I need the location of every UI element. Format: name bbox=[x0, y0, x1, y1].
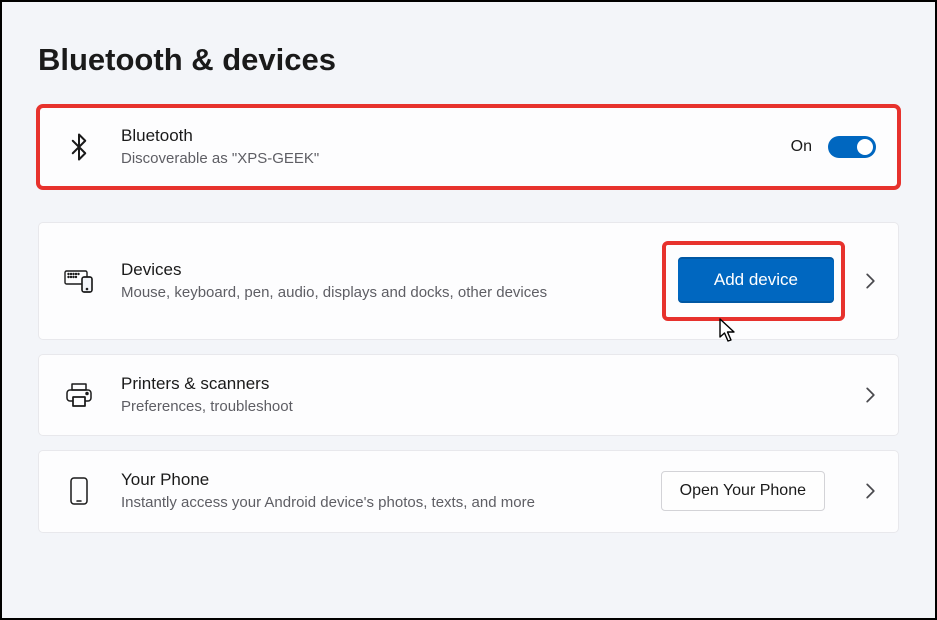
chevron-right-icon bbox=[865, 482, 876, 500]
printers-title: Printers & scanners bbox=[121, 373, 841, 396]
phone-icon bbox=[61, 473, 97, 509]
devices-row[interactable]: Devices Mouse, keyboard, pen, audio, dis… bbox=[38, 222, 899, 340]
printer-icon bbox=[61, 377, 97, 413]
open-your-phone-button[interactable]: Open Your Phone bbox=[661, 471, 825, 511]
printers-subtitle: Preferences, troubleshoot bbox=[121, 397, 841, 417]
bluetooth-toggle[interactable] bbox=[828, 136, 876, 158]
add-device-button[interactable]: Add device bbox=[678, 257, 834, 303]
devices-subtitle: Mouse, keyboard, pen, audio, displays an… bbox=[121, 283, 571, 303]
chevron-right-icon bbox=[865, 272, 876, 290]
your-phone-subtitle: Instantly access your Android device's p… bbox=[121, 493, 541, 513]
devices-title: Devices bbox=[121, 259, 666, 282]
page-title: Bluetooth & devices bbox=[38, 42, 899, 78]
bluetooth-toggle-label: On bbox=[791, 138, 812, 156]
bluetooth-icon bbox=[61, 129, 97, 165]
bluetooth-subtitle: Discoverable as "XPS-GEEK" bbox=[121, 149, 791, 169]
bluetooth-title: Bluetooth bbox=[121, 125, 791, 148]
devices-icon bbox=[61, 263, 97, 299]
add-device-highlight: Add device bbox=[666, 245, 841, 317]
printers-row[interactable]: Printers & scanners Preferences, trouble… bbox=[38, 354, 899, 436]
your-phone-title: Your Phone bbox=[121, 469, 661, 492]
your-phone-row[interactable]: Your Phone Instantly access your Android… bbox=[38, 450, 899, 532]
bluetooth-row[interactable]: Bluetooth Discoverable as "XPS-GEEK" On bbox=[38, 106, 899, 188]
chevron-right-icon bbox=[865, 386, 876, 404]
